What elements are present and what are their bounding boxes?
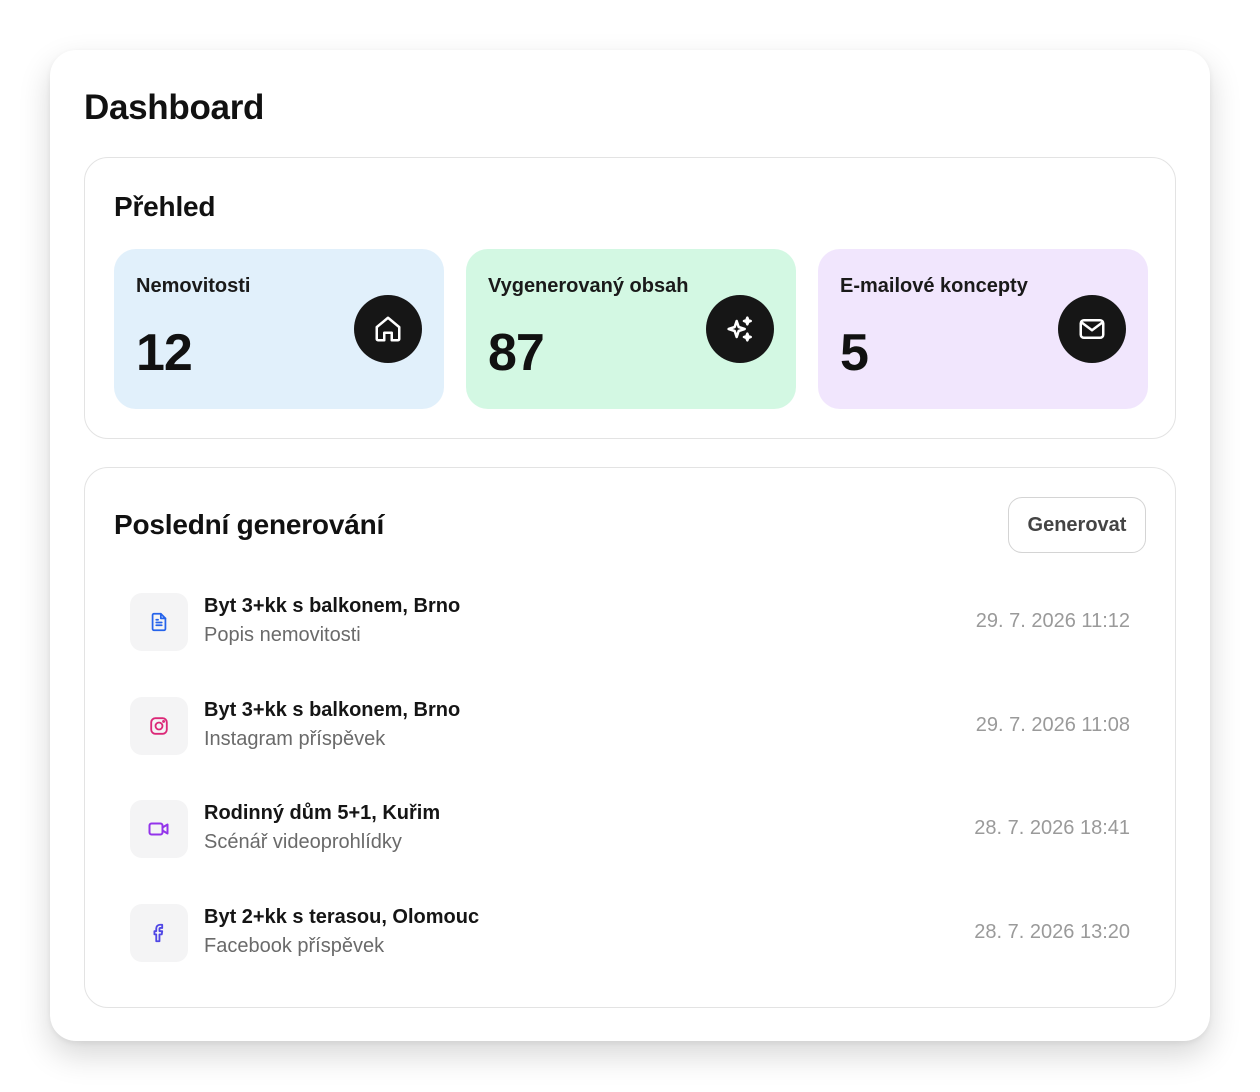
item-timestamp: 28. 7. 2026 18:41 bbox=[974, 817, 1130, 839]
sparkles-icon bbox=[706, 295, 774, 363]
item-timestamp: 29. 7. 2026 11:12 bbox=[975, 610, 1130, 632]
item-subtitle: Scénář videoprohlídky bbox=[204, 831, 402, 853]
overview-title: Přehled bbox=[114, 191, 216, 222]
item-title: Byt 3+kk s balkonem, Brno bbox=[204, 595, 461, 617]
mail-icon bbox=[1058, 295, 1126, 363]
facebook-icon bbox=[130, 903, 188, 962]
list-item[interactable]: Byt 3+kk s balkonem, Brno Instagram přís… bbox=[130, 696, 1130, 801]
recent-generations-title: Poslední generování bbox=[114, 509, 385, 540]
document-icon bbox=[130, 593, 188, 651]
instagram-icon bbox=[130, 696, 188, 755]
list-item[interactable]: Byt 2+kk s terasou, Olomouc Facebook pří… bbox=[130, 903, 1130, 1008]
item-timestamp: 28. 7. 2026 13:20 bbox=[974, 920, 1130, 943]
stat-card-email-drafts[interactable]: E-mailové koncepty 5 bbox=[818, 249, 1148, 409]
item-subtitle: Popis nemovitosti bbox=[204, 624, 361, 646]
dashboard-window: Dashboard Přehled Nemovitosti 12 Vygener… bbox=[50, 50, 1210, 1041]
item-title: Byt 3+kk s balkonem, Brno bbox=[204, 698, 461, 721]
item-subtitle: Facebook příspěvek bbox=[204, 934, 385, 957]
item-timestamp: 29. 7. 2026 11:08 bbox=[975, 713, 1130, 736]
stat-label: E-mailové koncepty bbox=[840, 275, 1028, 297]
generate-button[interactable]: Generovat bbox=[1008, 497, 1146, 553]
video-icon bbox=[130, 800, 188, 858]
item-subtitle: Instagram příspěvek bbox=[204, 727, 386, 750]
stat-card-properties[interactable]: Nemovitosti 12 bbox=[114, 249, 444, 409]
page-title: Dashboard bbox=[84, 88, 265, 127]
stat-value: 12 bbox=[136, 324, 193, 382]
overview-panel: Přehled Nemovitosti 12 Vygenerovaný obsa… bbox=[84, 157, 1176, 439]
item-title: Byt 2+kk s terasou, Olomouc bbox=[204, 905, 480, 928]
stat-label: Nemovitosti bbox=[136, 275, 251, 297]
recent-generations-list: Byt 3+kk s balkonem, Brno Popis nemovito… bbox=[130, 593, 1130, 1007]
recent-generations-panel: Poslední generování Generovat Byt 3+kk s… bbox=[84, 467, 1176, 1008]
home-icon bbox=[354, 295, 422, 363]
item-title: Rodinný dům 5+1, Kuřim bbox=[204, 802, 441, 824]
list-item[interactable]: Rodinný dům 5+1, Kuřim Scénář videoprohl… bbox=[130, 800, 1130, 904]
stat-card-generated-content[interactable]: Vygenerovaný obsah 87 bbox=[466, 249, 796, 409]
stat-value: 5 bbox=[840, 324, 869, 382]
stat-value: 87 bbox=[488, 324, 545, 382]
list-item[interactable]: Byt 3+kk s balkonem, Brno Popis nemovito… bbox=[130, 593, 1130, 697]
stat-label: Vygenerovaný obsah bbox=[488, 275, 689, 297]
